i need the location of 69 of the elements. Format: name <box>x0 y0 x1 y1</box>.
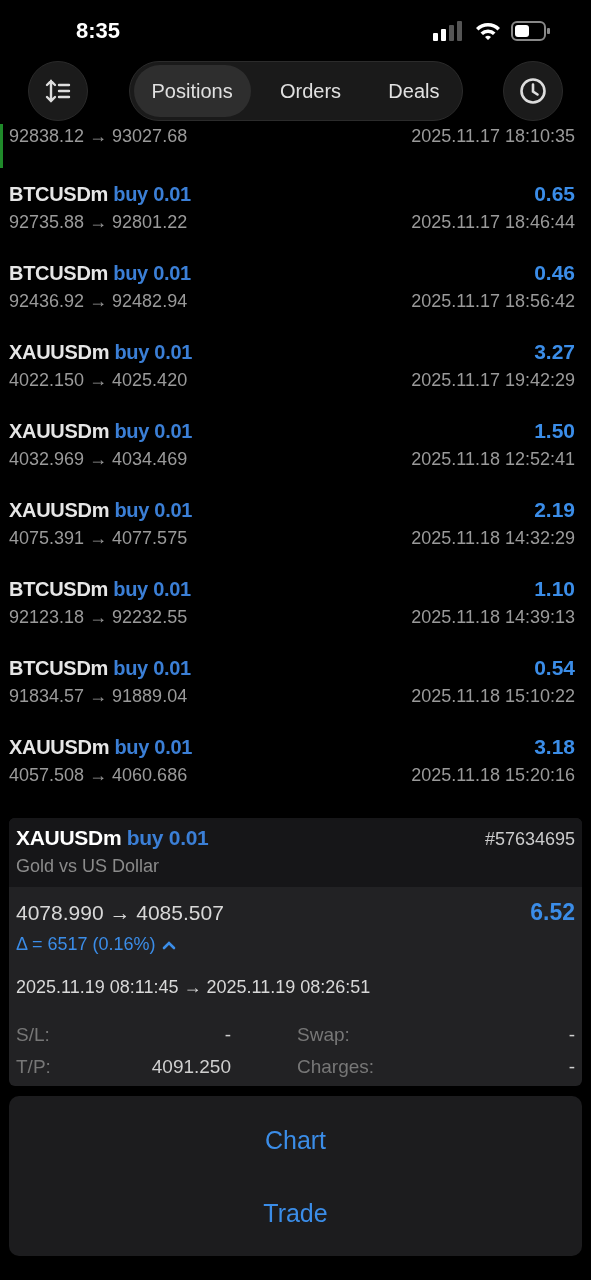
profit-value: 0.65 <box>534 182 575 206</box>
time-range: 2025.11.19 08:11:45 → 2025.11.19 08:26:51 <box>16 977 372 998</box>
field-label: Charges: <box>297 1056 375 1078</box>
menu-item[interactable]: Trade <box>243 1189 348 1238</box>
deal-row[interactable]: BTCUSDm buy 0.01 0.46 92436.92 → 92482.94 2025.11.17 18:56:42 <box>0 247 591 326</box>
deal-time: 2025.11.17 18:56:42 <box>411 291 575 312</box>
chevron-up-icon <box>161 939 176 950</box>
deal-title: XAUUSDm buy 0.01 <box>9 499 193 522</box>
deal-time: 2025.11.18 14:32:29 <box>411 528 575 549</box>
price-range: 4078.990 → 4085.507 <box>16 901 224 925</box>
tab[interactable]: Orders <box>261 65 360 117</box>
deal-time: 2025.11.18 14:39:13 <box>411 607 575 628</box>
tab[interactable]: Deals <box>370 65 458 117</box>
deal-row[interactable]: BTCUSDm buy 0.01 0.54 91834.57 → 91889.04 2025.11.18 15:10:22 <box>0 642 591 721</box>
deal-title: BTCUSDm buy 0.01 <box>9 578 191 601</box>
price-range: 4057.508 → 4060.686 <box>9 765 188 786</box>
field-value: - <box>568 1024 575 1046</box>
deal-time: 2025.11.18 12:52:41 <box>411 449 575 470</box>
price-range: 4022.150 → 4025.420 <box>9 370 188 391</box>
profit-value: 0.46 <box>534 261 575 285</box>
deal-row[interactable]: XAUUSDm buy 0.01 1.50 4032.969 → 4034.469 2025.11.18 12:52:41 <box>0 405 591 484</box>
deal-row[interactable]: BTCUSDm buy 0.01 0.65 92735.88 → 92801.22 2025.11.17 18:46:44 <box>0 168 591 247</box>
deal-row[interactable]: XAUUSDm buy 0.01 2.19 4075.391 → 4077.575 2025.11.18 14:32:29 <box>0 484 591 563</box>
field-value: 4091.250 <box>151 1056 231 1078</box>
price-range: 92436.92 → 92482.94 <box>9 291 188 312</box>
price-range: 92123.18 → 92232.55 <box>9 607 188 628</box>
profit-value: 3.27 <box>534 340 575 364</box>
profit-value: 1.10 <box>534 577 575 601</box>
profit-value: 3.18 <box>534 735 575 759</box>
deal-row[interactable]: XAUUSDm buy 0.01 3.18 4057.508 → 4060.686 2025.11.18 15:20:16 <box>0 721 591 800</box>
wifi-icon <box>475 21 501 41</box>
field-label: S/L: <box>16 1024 50 1046</box>
battery-icon <box>511 21 551 41</box>
deal-time: 2025.11.17 18:10:35 <box>411 126 575 147</box>
price-range: 4032.969 → 4034.469 <box>9 449 188 470</box>
deal-time: 2025.11.17 19:42:29 <box>411 370 575 391</box>
field-label: T/P: <box>16 1056 51 1078</box>
sort-icon <box>45 79 71 103</box>
price-range: 92735.88 → 92801.22 <box>9 212 188 233</box>
profit-value: 1.50 <box>534 419 575 443</box>
profit-value: 6.52 <box>530 899 575 926</box>
profit-value: 0.54 <box>534 656 575 680</box>
deal-row[interactable]: XAUUSDm buy 0.01 3.27 4022.150 → 4025.420 2025.11.17 19:42:29 <box>0 326 591 405</box>
deal-time: 2025.11.18 15:20:16 <box>411 765 575 786</box>
price-range: 4075.391 → 4077.575 <box>9 528 188 549</box>
deal-title: XAUUSDm buy 0.01 <box>9 420 193 443</box>
ticket-number: #57634695 <box>484 829 575 850</box>
deal-title: XAUUSDm buy 0.01 <box>9 736 193 759</box>
clock-icon <box>519 77 547 105</box>
deal-title: XAUUSDm buy 0.01 <box>16 826 209 850</box>
price-range: 92838.12 → 93027.68 <box>9 126 188 147</box>
deal-title: BTCUSDm buy 0.01 <box>9 183 191 206</box>
deal-title: BTCUSDm buy 0.01 <box>9 657 191 680</box>
deal-time: 2025.11.18 15:10:22 <box>411 686 575 707</box>
status-time: 8:35 <box>76 18 121 44</box>
deal-title: XAUUSDm buy 0.01 <box>9 341 193 364</box>
deal-row[interactable]: BTCUSDm buy 0.01 1.10 92123.18 → 92232.55 2025.11.18 14:39:13 <box>0 563 591 642</box>
deal-title: BTCUSDm buy 0.01 <box>9 262 191 285</box>
signal-icon <box>433 21 465 41</box>
symbol-description: Gold vs US Dollar <box>16 856 161 877</box>
price-range: 91834.57 → 91889.04 <box>9 686 188 707</box>
field-value: - <box>224 1024 231 1046</box>
field-value: - <box>568 1056 575 1078</box>
price-delta: Δ = 6517 (0.16%) <box>16 934 156 955</box>
field-label: Swap: <box>297 1024 350 1046</box>
profit-value: 2.19 <box>534 498 575 522</box>
deal-time: 2025.11.17 18:46:44 <box>411 212 575 233</box>
tab[interactable]: Positions <box>133 65 251 117</box>
menu-item[interactable]: Chart <box>244 1116 347 1165</box>
